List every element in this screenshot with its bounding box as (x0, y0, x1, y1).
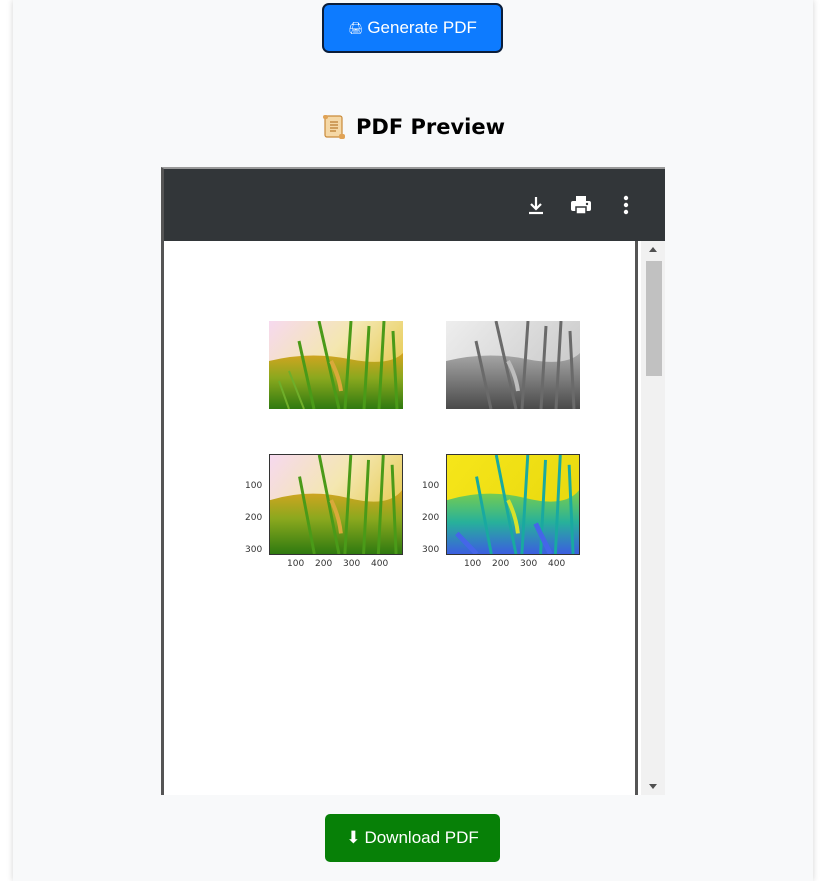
x-tick: 300 (520, 559, 538, 569)
y-tick: 200 (245, 513, 263, 523)
y-tick: 300 (245, 545, 263, 555)
grayscale-rice-image (446, 321, 580, 409)
scroll-down-arrow[interactable] (649, 784, 657, 789)
scroll-icon (323, 115, 345, 139)
x-tick: 100 (464, 559, 482, 569)
y-tick: 100 (422, 481, 440, 491)
generate-pdf-label: Generate PDF (367, 18, 477, 37)
preview-heading: PDF Preview (0, 114, 827, 140)
x-tick: 400 (371, 559, 389, 569)
pdf-scrollbar[interactable] (641, 241, 665, 795)
x-tick: 200 (492, 559, 510, 569)
generate-pdf-button[interactable]: 🖨 Generate PDF (322, 3, 503, 53)
download-pdf-button[interactable]: ⬇ Download PDF (325, 814, 500, 862)
x-tick: 100 (287, 559, 305, 569)
x-tick: 400 (548, 559, 566, 569)
page-title: PDF Preview (356, 115, 505, 139)
download-pdf-label: Download PDF (364, 828, 479, 847)
download-arrow-icon: ⬇ (346, 828, 361, 847)
pdf-toolbar (164, 169, 665, 241)
colormap-rice-plot (446, 454, 580, 555)
y-tick: 300 (422, 545, 440, 555)
print-icon[interactable] (567, 191, 595, 219)
scrollbar-thumb[interactable] (646, 261, 662, 376)
y-tick: 200 (422, 513, 440, 523)
scroll-up-arrow[interactable] (649, 247, 657, 252)
pdf-viewer[interactable]: 100 200 300 100 200 300 400 100 200 300 … (161, 167, 665, 795)
more-vert-icon[interactable] (612, 191, 640, 219)
x-tick: 300 (343, 559, 361, 569)
printer-icon: 🖨 (348, 21, 364, 35)
original-rice-plot (269, 454, 403, 555)
original-rice-image (269, 321, 403, 409)
pdf-page: 100 200 300 100 200 300 400 100 200 300 … (164, 241, 638, 795)
x-tick: 200 (315, 559, 333, 569)
download-icon[interactable] (522, 191, 550, 219)
y-tick: 100 (245, 481, 263, 491)
